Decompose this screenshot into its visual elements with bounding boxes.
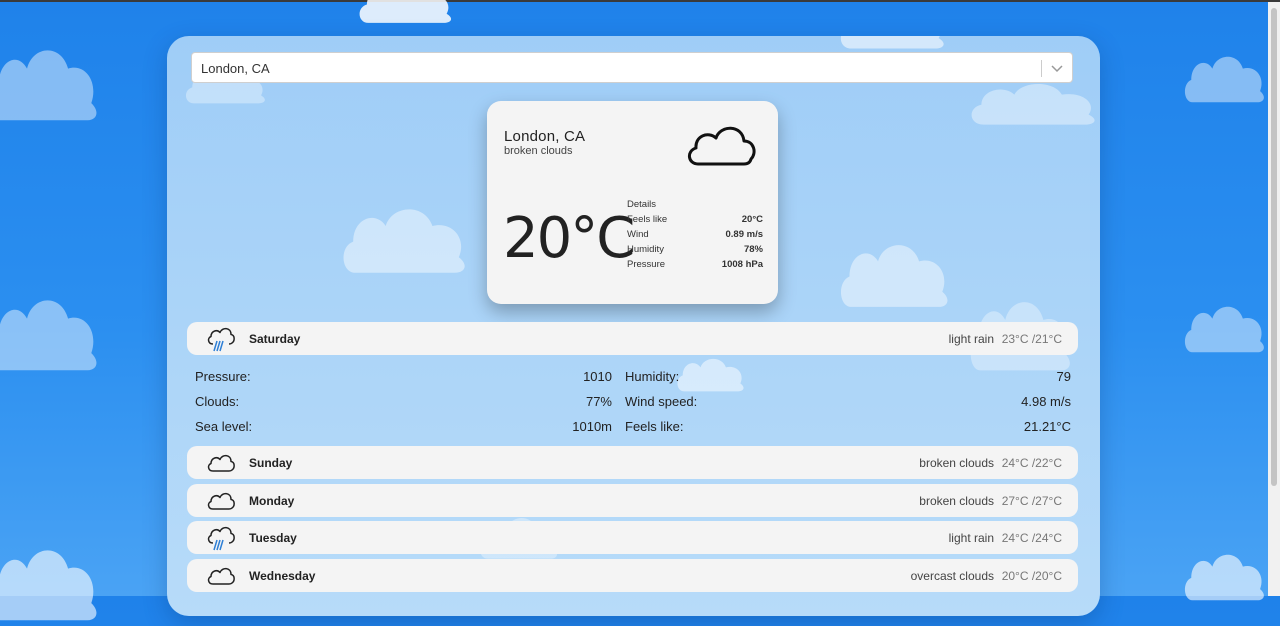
- details-heading: Details: [627, 199, 657, 210]
- forecast-temps: 20°C /20°C: [1001, 569, 1062, 583]
- details-label: Feels like:: [625, 419, 684, 434]
- cloud-icon: [207, 567, 235, 585]
- forecast-description: broken clouds: [919, 494, 994, 508]
- forecast-day-wednesday[interactable]: Wednesday overcast clouds 20°C /20°C: [187, 559, 1078, 592]
- search-input-value[interactable]: London, CA: [201, 61, 270, 76]
- forecast-temps: 24°C /24°C: [1001, 531, 1062, 545]
- city-search-select[interactable]: London, CA: [191, 52, 1073, 83]
- forecast-description: light rain: [948, 332, 994, 346]
- details-value: 79: [1056, 369, 1071, 384]
- details-label: Pressure:: [195, 369, 251, 384]
- background-cloud: [0, 300, 97, 371]
- rain-cloud-icon: [207, 327, 235, 352]
- details-row: Sea level: 1010m Feels like: 21.21°C: [195, 419, 1071, 444]
- background-cloud: [343, 209, 465, 273]
- forecast-day-sunday[interactable]: Sunday broken clouds 24°C /22°C: [187, 446, 1078, 479]
- forecast-description: broken clouds: [919, 456, 994, 470]
- details-row: Feels like 20°C: [627, 214, 763, 229]
- forecast-day-saturday[interactable]: Saturday light rain 23°C /21°C: [187, 322, 1078, 355]
- details-label: Humidity: [627, 244, 664, 255]
- details-value: 77%: [585, 394, 612, 409]
- background-cloud: [1184, 306, 1264, 353]
- details-label: Pressure: [627, 259, 666, 270]
- current-temperature: 20°C: [503, 206, 635, 271]
- details-row: Clouds: 77% Wind speed: 4.98 m/s: [195, 394, 1071, 419]
- details-value: 78%: [743, 244, 763, 255]
- forecast-description: overcast clouds: [910, 569, 994, 583]
- background-cloud: [1184, 56, 1264, 103]
- background-cloud: [359, 0, 452, 23]
- details-label: Sea level:: [195, 419, 253, 434]
- cloud-icon: [688, 126, 756, 166]
- details-value: 21.21°C: [1023, 419, 1071, 434]
- forecast-details-expanded: Pressure: 1010 Humidity: 79 Clouds: 77% …: [195, 369, 1071, 444]
- page-scrollbar[interactable]: [1268, 2, 1280, 596]
- current-weather-card: London, CA broken clouds 20°C Details Fe…: [487, 101, 778, 304]
- background-cloud: [840, 245, 948, 307]
- forecast-temps: 24°C /22°C: [1001, 456, 1062, 470]
- details-value: 1010: [583, 369, 612, 384]
- forecast-day-name: Sunday: [249, 456, 293, 470]
- forecast-day-name: Tuesday: [249, 531, 297, 545]
- details-list: Details Feels like 20°C Wind 0.89 m/s Humi…: [627, 199, 763, 274]
- details-value: 20°C: [741, 214, 763, 225]
- forecast-day-name: Wednesday: [249, 569, 316, 583]
- background-cloud: [0, 50, 97, 121]
- details-row: Pressure: 1010 Humidity: 79: [195, 369, 1071, 394]
- background-cloud: [840, 36, 944, 49]
- background-cloud: [971, 84, 1095, 125]
- select-separator: [1041, 60, 1042, 77]
- details-label: Wind speed:: [625, 394, 698, 409]
- details-row: Humidity 78%: [627, 244, 763, 259]
- details-row: Wind 0.89 m/s: [627, 229, 763, 244]
- window-top-border: [0, 0, 1280, 2]
- details-value: 1010m: [572, 419, 612, 434]
- chevron-down-icon[interactable]: [1050, 62, 1064, 74]
- cloud-icon: [207, 492, 235, 510]
- details-label: Wind: [627, 229, 649, 240]
- details-label: Humidity:: [625, 369, 680, 384]
- forecast-day-name: Saturday: [249, 332, 301, 346]
- forecast-description: light rain: [948, 531, 994, 545]
- forecast-temps: 27°C /27°C: [1001, 494, 1062, 508]
- details-label: Clouds:: [195, 394, 240, 409]
- details-row: Pressure 1008 hPa: [627, 259, 763, 274]
- forecast-day-tuesday[interactable]: Tuesday light rain 24°C /24°C: [187, 521, 1078, 554]
- cloud-icon: [207, 454, 235, 472]
- details-label: Feels like: [627, 214, 668, 225]
- forecast-day-monday[interactable]: Monday broken clouds 27°C /27°C: [187, 484, 1078, 517]
- current-city: London, CA: [504, 128, 586, 145]
- details-value: 0.89 m/s: [725, 229, 764, 240]
- scrollbar-thumb[interactable]: [1271, 8, 1277, 486]
- background-cloud: [0, 550, 97, 621]
- rain-cloud-icon: [207, 526, 235, 551]
- forecast-day-name: Monday: [249, 494, 295, 508]
- current-description: broken clouds: [504, 145, 573, 157]
- details-value: 4.98 m/s: [1021, 394, 1071, 409]
- weather-panel: London, CA London, CA broken clouds 20°C…: [167, 36, 1100, 616]
- details-value: 1008 hPa: [721, 259, 763, 270]
- forecast-temps: 23°C /21°C: [1001, 332, 1062, 346]
